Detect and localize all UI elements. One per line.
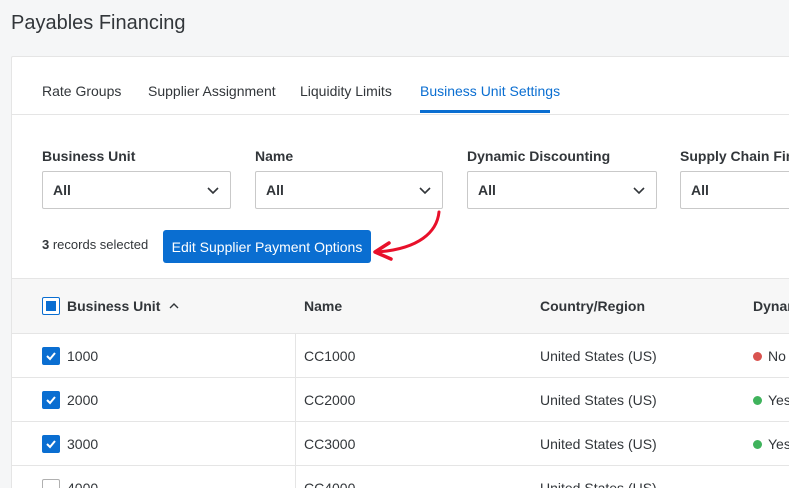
cell-dynamic-text: Yes	[768, 392, 789, 408]
tab-bar: Rate Groups Supplier Assignment Liquidit…	[12, 57, 789, 115]
select-value: All	[266, 182, 284, 198]
sort-ascending-icon	[169, 303, 179, 309]
filter-label-supply-chain: Supply Chain Fina	[680, 148, 789, 164]
tab-supplier-assignment[interactable]: Supplier Assignment	[148, 83, 276, 99]
filter-label-dynamic-discounting: Dynamic Discounting	[467, 148, 611, 164]
filter-label-business-unit: Business Unit	[42, 148, 136, 164]
dynamic-discounting-select[interactable]: All	[467, 171, 657, 209]
cell-name: CC4000	[304, 480, 356, 488]
row-checkbox[interactable]	[42, 435, 60, 453]
select-value: All	[691, 182, 709, 198]
row-checkbox[interactable]	[42, 391, 60, 409]
check-icon	[46, 440, 56, 449]
page-title: Payables Financing	[11, 12, 186, 34]
cell-name: CC1000	[304, 348, 356, 364]
header-name[interactable]: Name	[304, 298, 342, 314]
select-all-checkbox[interactable]	[42, 297, 60, 315]
status-dot-yes	[753, 440, 762, 449]
check-icon	[46, 352, 56, 361]
records-suffix: records selected	[49, 237, 149, 252]
edit-supplier-payment-options-button[interactable]: Edit Supplier Payment Options	[163, 230, 371, 263]
tab-business-unit-settings[interactable]: Business Unit Settings	[420, 83, 560, 99]
table-row[interactable]: 2000 CC2000 United States (US) Yes	[12, 378, 789, 422]
select-value: All	[478, 182, 496, 198]
settings-card: Rate Groups Supplier Assignment Liquidit…	[11, 56, 789, 488]
row-checkbox[interactable]	[42, 479, 60, 488]
supply-chain-select[interactable]: All	[680, 171, 789, 209]
header-business-unit[interactable]: Business Unit	[67, 298, 180, 314]
table-row[interactable]: 1000 CC1000 United States (US) No	[12, 334, 789, 378]
cell-business-unit: 3000	[67, 436, 99, 452]
table-row[interactable]: 4000 CC4000 United States (US)	[12, 466, 789, 488]
cell-name: CC3000	[304, 436, 356, 452]
header-business-unit-label: Business Unit	[67, 298, 161, 314]
check-icon	[46, 396, 56, 405]
cell-dynamic: Yes	[753, 436, 789, 452]
active-tab-indicator	[420, 110, 550, 113]
cell-dynamic: Yes	[753, 392, 789, 408]
filter-label-name: Name	[255, 148, 294, 164]
cell-name: CC2000	[304, 392, 356, 408]
chevron-down-icon	[419, 187, 431, 195]
header-dynamic-discounting[interactable]: Dynar	[753, 298, 789, 314]
table-row[interactable]: 3000 CC3000 United States (US) Yes	[12, 422, 789, 466]
chevron-down-icon	[207, 187, 219, 195]
chevron-down-icon	[633, 187, 645, 195]
name-select[interactable]: All	[255, 171, 443, 209]
cell-business-unit: 1000	[67, 348, 99, 364]
cell-business-unit: 2000	[67, 392, 99, 408]
business-unit-table: Business Unit Name Country/Region Dynar …	[12, 278, 789, 488]
cell-business-unit: 4000	[67, 480, 99, 488]
tab-liquidity-limits[interactable]: Liquidity Limits	[300, 83, 392, 99]
status-dot-yes	[753, 396, 762, 405]
cell-country: United States (US)	[540, 348, 657, 364]
table-header: Business Unit Name Country/Region Dynar	[12, 279, 789, 334]
cell-dynamic-text: Yes	[768, 436, 789, 452]
cell-dynamic-text: No	[768, 348, 786, 364]
records-selected-text: 3 records selected	[42, 237, 148, 252]
tab-rate-groups[interactable]: Rate Groups	[42, 83, 121, 99]
cell-country: United States (US)	[540, 480, 657, 488]
header-country-region[interactable]: Country/Region	[540, 298, 645, 314]
cell-dynamic: No	[753, 348, 786, 364]
cell-country: United States (US)	[540, 392, 657, 408]
business-unit-select[interactable]: All	[42, 171, 231, 209]
select-value: All	[53, 182, 71, 198]
status-dot-no	[753, 352, 762, 361]
red-arrow-annotation	[373, 210, 441, 261]
cell-country: United States (US)	[540, 436, 657, 452]
row-checkbox[interactable]	[42, 347, 60, 365]
